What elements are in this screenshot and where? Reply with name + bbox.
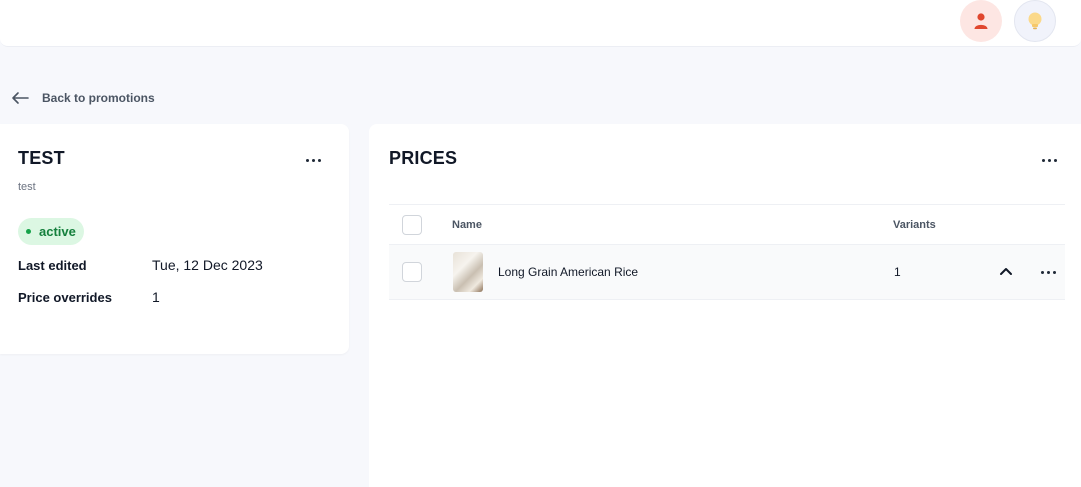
user-icon	[974, 13, 988, 29]
more-dot	[1053, 158, 1057, 162]
prices-more-button[interactable]	[1038, 152, 1060, 168]
status-dot	[26, 229, 31, 234]
chevron-up-icon	[1000, 268, 1012, 275]
promotion-description: test	[18, 181, 36, 193]
column-header-variants[interactable]: Variants	[893, 219, 936, 231]
user-menu-button[interactable]	[960, 0, 1002, 42]
last-edited-label: Last edited	[18, 258, 87, 273]
more-dot	[1040, 270, 1044, 274]
more-dot	[1046, 270, 1050, 274]
last-edited-value: Tue, 12 Dec 2023	[152, 257, 263, 273]
prices-table-header: Name Variants	[389, 204, 1065, 245]
prices-title: PRICES	[389, 148, 458, 168]
notifications-button[interactable]	[1014, 0, 1056, 42]
arrow-left-icon	[12, 92, 29, 104]
price-overrides-value: 1	[152, 289, 160, 305]
status-badge: active	[18, 218, 84, 245]
lightbulb-icon	[1028, 12, 1042, 30]
row-checkbox[interactable]	[402, 262, 422, 282]
product-name: Long Grain American Rice	[498, 265, 639, 279]
product-thumbnail	[453, 252, 483, 292]
column-header-name[interactable]: Name	[452, 219, 482, 231]
status-text: active	[39, 224, 76, 239]
prices-card	[369, 124, 1081, 487]
more-dot	[1047, 158, 1051, 162]
back-link-label: Back to promotions	[42, 91, 155, 105]
select-all-checkbox[interactable]	[402, 215, 422, 235]
more-dot	[317, 158, 321, 162]
more-dot	[1041, 158, 1045, 162]
variants-count: 1	[894, 265, 901, 279]
table-row[interactable]: Long Grain American Rice 1	[389, 245, 1065, 300]
collapse-row-button[interactable]	[999, 264, 1013, 283]
promotion-title: TEST	[18, 148, 65, 168]
more-dot	[305, 158, 309, 162]
price-overrides-label: Price overrides	[18, 290, 112, 305]
promotion-more-button[interactable]	[302, 152, 324, 168]
top-bar	[0, 0, 1081, 47]
more-dot	[1052, 270, 1056, 274]
more-dot	[311, 158, 315, 162]
row-more-button[interactable]	[1037, 264, 1059, 280]
back-to-promotions-link[interactable]: Back to promotions	[10, 88, 155, 108]
